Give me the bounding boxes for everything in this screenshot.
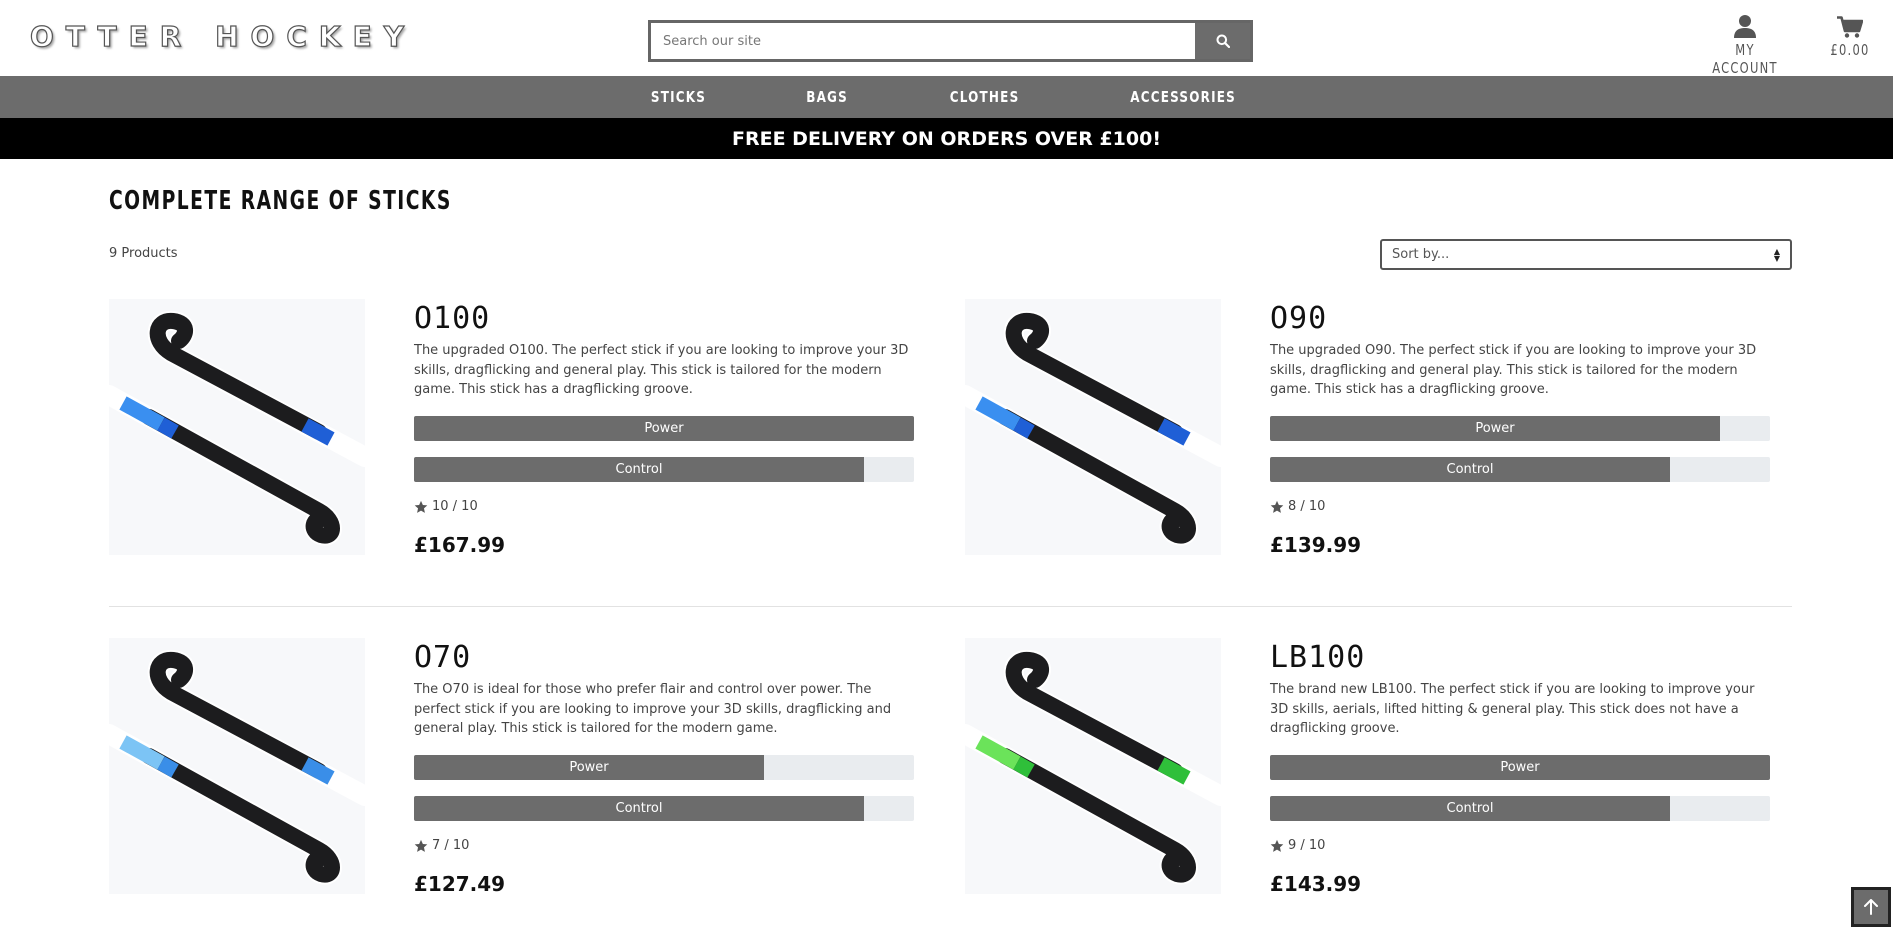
user-icon <box>1734 15 1756 38</box>
my-account-link[interactable]: MY ACCOUNT <box>1695 12 1795 77</box>
product-image[interactable] <box>109 638 365 894</box>
stick-grip-accent <box>119 396 165 431</box>
search-bar <box>648 20 1253 62</box>
main-nav: STICKS BAGS CLOTHES ACCESSORIES <box>0 76 1893 118</box>
hockey-stick-image <box>109 650 365 885</box>
site-header: OTTER HOCKEY MY ACCOUNT £ <box>0 0 1893 77</box>
product-description: The brand new LB100. The perfect stick i… <box>1270 682 1755 736</box>
stick-shaft <box>149 313 327 440</box>
stick-shaft <box>149 652 327 779</box>
star-icon <box>1270 500 1284 513</box>
search-input[interactable] <box>651 23 1195 59</box>
back-to-top-button[interactable] <box>1851 887 1891 927</box>
product-description: The upgraded O100. The perfect stick if … <box>414 343 909 397</box>
stick-accent <box>157 756 179 778</box>
nav-item-clothes[interactable]: CLOTHES <box>950 88 1020 106</box>
product-rating: 7 / 10 <box>414 838 916 853</box>
product-rating: 8 / 10 <box>1270 499 1772 514</box>
cart-total: £0.00 <box>1830 41 1870 59</box>
stick-accent <box>1013 756 1035 778</box>
control-bar: Control <box>1270 457 1770 482</box>
stick-grip-accent <box>975 735 1021 770</box>
product-count: 9 Products <box>109 246 178 261</box>
stick-accent <box>157 417 179 439</box>
nav-item-sticks[interactable]: STICKS <box>651 88 706 106</box>
power-bar-fill: Power <box>414 416 914 441</box>
shopping-cart-icon <box>1837 16 1863 38</box>
sort-select[interactable]: Sort by... ▲ ▼ <box>1380 239 1792 270</box>
power-bar-fill: Power <box>1270 416 1720 441</box>
my-account-label: MY ACCOUNT <box>1712 41 1778 77</box>
row-divider <box>109 606 1792 607</box>
product-card: O100 The upgraded O100. The perfect stic… <box>109 299 939 559</box>
search-icon <box>1216 34 1230 48</box>
rating-value: 8 / 10 <box>1288 499 1326 514</box>
nav-item-accessories[interactable]: ACCESSORIES <box>1130 88 1236 106</box>
product-image[interactable] <box>965 638 1221 894</box>
stick-shaft <box>1005 313 1183 440</box>
control-bar-fill: Control <box>1270 796 1670 821</box>
power-bar: Power <box>1270 416 1770 441</box>
hockey-stick-image <box>965 311 1221 546</box>
product-card: LB100 The brand new LB100. The perfect s… <box>965 638 1795 898</box>
control-bar-fill: Control <box>1270 457 1670 482</box>
stick-grip-accent <box>119 735 165 770</box>
rating-value: 7 / 10 <box>432 838 470 853</box>
product-card: O70 The O70 is ideal for those who prefe… <box>109 638 939 898</box>
product-description: The upgraded O90. The perfect stick if y… <box>1270 343 1757 397</box>
product-name[interactable]: O70 <box>414 640 916 678</box>
search-button[interactable] <box>1195 23 1250 59</box>
control-bar-fill: Control <box>414 457 864 482</box>
star-icon <box>1270 839 1284 852</box>
cart-link[interactable]: £0.00 <box>1815 12 1885 59</box>
star-icon <box>414 500 428 513</box>
power-bar: Power <box>414 755 914 780</box>
product-name[interactable]: O100 <box>414 301 916 339</box>
product-name[interactable]: O90 <box>1270 301 1772 339</box>
power-bar-fill: Power <box>414 755 764 780</box>
select-arrows-icon: ▲ ▼ <box>1773 246 1780 263</box>
product-card: O90 The upgraded O90. The perfect stick … <box>965 299 1795 559</box>
stick-accent <box>1013 417 1035 439</box>
hockey-stick-image <box>965 650 1221 885</box>
product-price: £167.99 <box>414 533 506 557</box>
power-bar-fill: Power <box>1270 755 1770 780</box>
site-logo[interactable]: OTTER HOCKEY <box>29 19 416 53</box>
delivery-banner: FREE DELIVERY ON ORDERS OVER £100! <box>0 118 1893 159</box>
nav-item-bags[interactable]: BAGS <box>806 88 848 106</box>
rating-value: 10 / 10 <box>432 499 478 514</box>
stick-shaft <box>1005 652 1183 779</box>
product-image[interactable] <box>965 299 1221 555</box>
sort-select-value: Sort by... <box>1392 247 1450 262</box>
product-rating: 10 / 10 <box>414 499 916 514</box>
power-bar: Power <box>414 416 914 441</box>
product-description: The O70 is ideal for those who prefer fl… <box>414 682 892 736</box>
product-image[interactable] <box>109 299 365 555</box>
product-price: £143.99 <box>1270 872 1362 896</box>
power-bar: Power <box>1270 755 1770 780</box>
rating-value: 9 / 10 <box>1288 838 1326 853</box>
arrow-up-icon <box>1864 899 1878 915</box>
product-rating: 9 / 10 <box>1270 838 1772 853</box>
control-bar: Control <box>1270 796 1770 821</box>
product-price: £127.49 <box>414 872 506 896</box>
hockey-stick-image <box>109 311 365 546</box>
control-bar: Control <box>414 796 914 821</box>
product-name[interactable]: LB100 <box>1270 640 1772 678</box>
control-bar: Control <box>414 457 914 482</box>
control-bar-fill: Control <box>414 796 864 821</box>
stick-grip-accent <box>975 396 1021 431</box>
star-icon <box>414 839 428 852</box>
product-price: £139.99 <box>1270 533 1362 557</box>
page-title: COMPLETE RANGE OF STICKS <box>109 186 452 216</box>
